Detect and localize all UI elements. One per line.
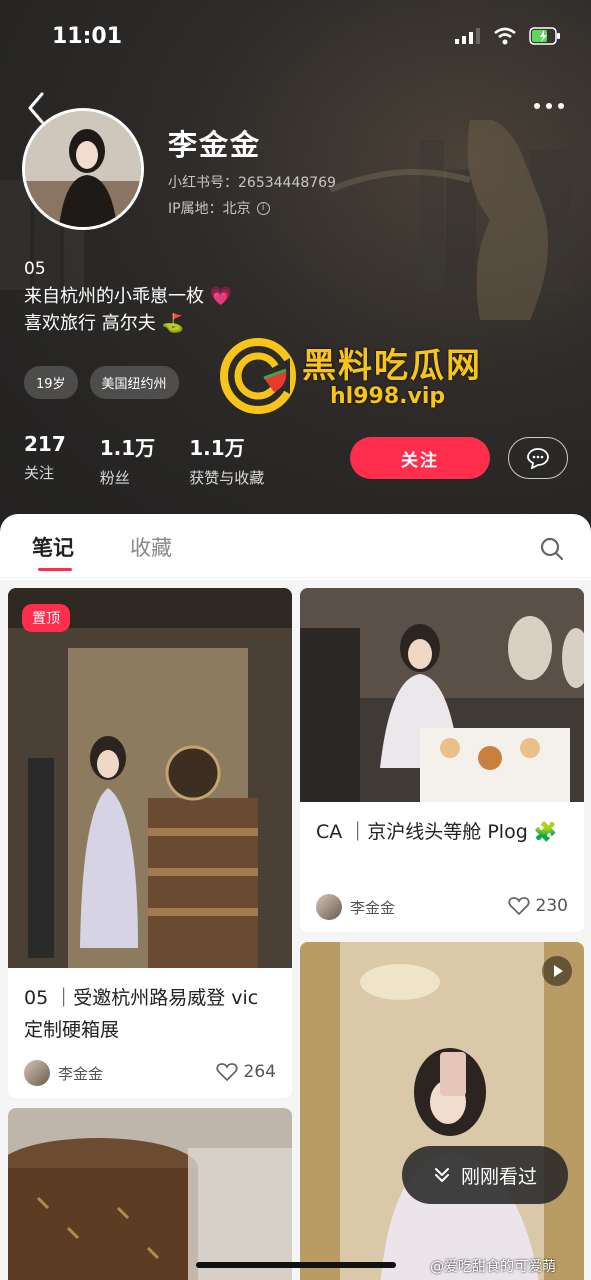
recently-viewed-label: 刚刚看过: [460, 1165, 537, 1188]
note-cover-image: [8, 588, 292, 968]
note-author[interactable]: 李金金: [316, 894, 395, 920]
wifi-icon: [494, 27, 516, 45]
heart-icon: [215, 1063, 238, 1082]
watermark-site: hl998.vip: [330, 384, 446, 409]
likes-count: 264: [243, 1062, 276, 1082]
heart-icon: [507, 897, 530, 916]
author-name: 李金金: [350, 898, 396, 917]
author-avatar: [24, 1060, 50, 1086]
stat-likes-label: 获赞与收藏: [189, 469, 265, 487]
stat-followers[interactable]: 1.1万 粉丝: [100, 432, 155, 488]
note-card[interactable]: 置顶 05 ｜受邀杭州路易威登 vic定制硬箱展 李金金 264: [8, 588, 292, 1098]
note-cover-image: [8, 1108, 292, 1280]
watermark-logo: [220, 338, 296, 414]
profile-nickname: 李金金: [168, 128, 262, 162]
stat-following-label: 关注: [24, 464, 55, 482]
ip-location: IP属地：北京 i: [168, 198, 270, 218]
stat-likes-value: 1.1万: [189, 436, 245, 460]
note-card[interactable]: CA ｜京沪线头等舱 Plog 🧩 李金金 230: [300, 588, 584, 932]
note-title: 05 ｜受邀杭州路易威登 vic定制硬箱展: [24, 987, 259, 1041]
bio-line-3: 喜欢旅行 高尔夫 ⛳: [24, 313, 184, 334]
tab-notes[interactable]: 笔记: [32, 532, 74, 562]
author-avatar: [316, 894, 342, 920]
avatar[interactable]: [22, 108, 144, 230]
tab-active-indicator: [38, 568, 72, 571]
battery-icon: [529, 27, 560, 45]
profile-header: 11:01 李金金 小红书号：26534448769 IP属地：北京 i 05 …: [0, 0, 591, 540]
tag-location: 美国纽约州: [89, 366, 179, 399]
note-card[interactable]: [300, 942, 584, 1280]
note-card[interactable]: [8, 1108, 292, 1280]
stat-following-value: 217: [24, 432, 66, 456]
chevron-down-double-icon: [434, 1168, 449, 1182]
signal-icon: [455, 28, 480, 44]
recently-viewed-button[interactable]: 刚刚看过: [402, 1146, 568, 1204]
profile-tags: 19岁 美国纽约州: [24, 366, 179, 399]
message-button[interactable]: [508, 437, 568, 479]
likes-count: 230: [535, 896, 568, 916]
stat-following[interactable]: 217 关注: [24, 432, 66, 488]
pinned-badge: 置顶: [22, 604, 70, 632]
status-icons: [455, 27, 561, 45]
profile-bio: 05 来自杭州的小乖崽一枚 💗 喜欢旅行 高尔夫 ⛳: [24, 256, 232, 337]
tab-collect[interactable]: 收藏: [130, 532, 172, 562]
stat-followers-value: 1.1万: [99, 436, 156, 460]
ip-location-text: IP属地：北京: [168, 201, 251, 217]
note-cover-image: [300, 588, 584, 802]
bio-line-2: 来自杭州的小乖崽一枚 💗: [24, 286, 233, 307]
author-name: 李金金: [58, 1064, 104, 1083]
info-icon[interactable]: i: [256, 201, 270, 215]
search-icon[interactable]: [539, 536, 565, 562]
tag-age: 19岁: [24, 366, 78, 399]
note-cover-image: [300, 942, 584, 1280]
weibo-watermark: @爱吃甜食的可爱萌: [430, 1256, 556, 1276]
note-likes[interactable]: 230: [507, 896, 568, 916]
stat-likes[interactable]: 1.1万 获赞与收藏: [189, 432, 264, 488]
status-bar: 11:01: [0, 0, 591, 76]
note-likes[interactable]: 264: [215, 1062, 276, 1082]
status-time: 11:01: [52, 24, 123, 49]
play-icon: [542, 956, 572, 986]
stat-followers-label: 粉丝: [99, 469, 130, 487]
message-icon: [527, 448, 549, 469]
profile-stats: 217 关注 1.1万 粉丝 1.1万 获赞与收藏: [24, 432, 298, 488]
weibo-watermark-text: @爱吃甜食的可爱萌: [430, 1259, 556, 1275]
watermark-title: 黑料吃瓜网: [302, 346, 482, 386]
more-icon[interactable]: [529, 96, 569, 116]
profile-id: 小红书号：26534448769: [168, 175, 336, 191]
bio-line-1: 05: [24, 259, 46, 279]
avatar-image: [25, 111, 141, 227]
tab-bar: 笔记 收藏: [0, 514, 591, 578]
home-indicator: [196, 1262, 396, 1268]
note-author[interactable]: 李金金: [24, 1060, 103, 1086]
follow-button[interactable]: 关注: [350, 437, 490, 479]
note-title: CA ｜京沪线头等舱 Plog 🧩: [316, 821, 558, 843]
